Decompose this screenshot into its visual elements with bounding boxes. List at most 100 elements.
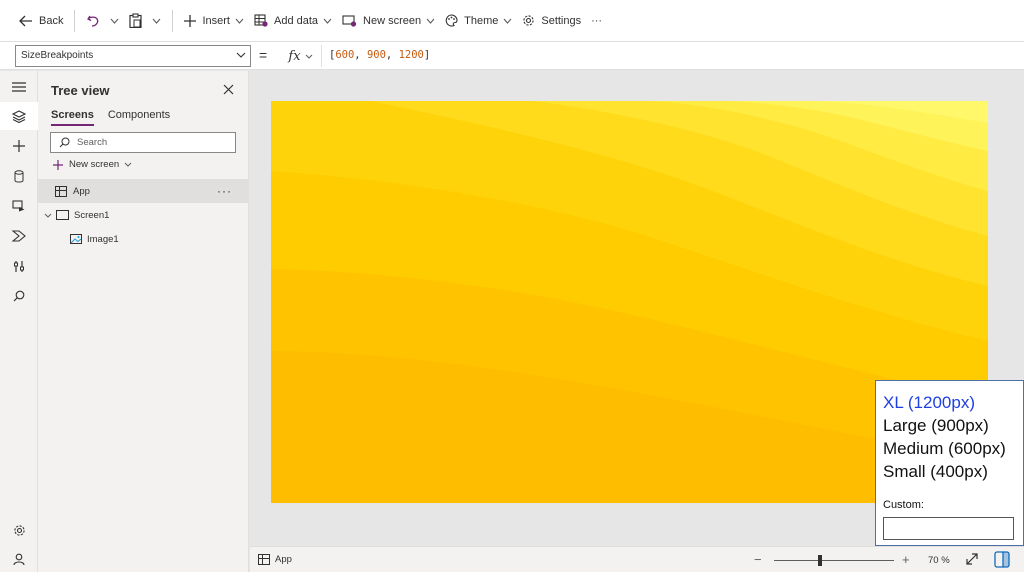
zoom-out-button[interactable]: − <box>754 552 762 567</box>
breakpoint-option-large[interactable]: Large (900px) <box>883 416 989 436</box>
plus-icon <box>53 159 63 170</box>
account-button[interactable] <box>0 545 38 572</box>
image-icon <box>70 234 82 244</box>
add-data-label: Add data <box>273 14 319 27</box>
search-icon <box>59 137 70 148</box>
app-icon <box>258 554 270 565</box>
undo-button[interactable] <box>81 7 105 35</box>
new-screen-tree-button[interactable]: New screen <box>53 159 132 170</box>
chevron-down-icon <box>305 54 312 59</box>
tree-view-panel: Tree view Screens Components Search New … <box>38 71 249 572</box>
screen-selector-label: App <box>275 554 292 565</box>
chevron-down-icon <box>236 52 246 58</box>
tree-node-app[interactable]: App ··· <box>38 179 248 203</box>
paste-dropdown[interactable] <box>147 7 166 35</box>
equals-sign: = <box>259 47 268 63</box>
power-automate-button[interactable] <box>0 222 38 250</box>
zoom-value: 70 % <box>928 555 950 566</box>
close-icon <box>223 84 234 95</box>
settings-button[interactable]: Settings <box>517 7 586 35</box>
undo-dropdown[interactable] <box>105 7 124 35</box>
breakpoint-option-xl[interactable]: XL (1200px) <box>883 393 975 413</box>
property-value: SizeBreakpoints <box>21 50 94 61</box>
new-screen-tree-label: New screen <box>69 159 120 170</box>
command-bar: Back Insert Add data New screen Theme Se… <box>0 0 1024 42</box>
theme-button[interactable]: Theme <box>440 7 517 35</box>
divider <box>74 9 76 32</box>
media-icon <box>12 200 25 212</box>
zoom-slider-thumb[interactable] <box>818 555 822 566</box>
panel-title: Tree view <box>51 83 110 98</box>
tree-node-label: App <box>73 185 90 197</box>
paste-button[interactable] <box>124 7 147 35</box>
tree-node-image1[interactable]: Image1 <box>38 227 248 251</box>
divider <box>172 9 174 32</box>
tree-view-button[interactable] <box>0 102 38 130</box>
gear-icon <box>523 15 535 26</box>
screen-selector[interactable]: App <box>258 554 292 565</box>
tree-tabs: Screens Components <box>51 109 184 126</box>
theme-label: Theme <box>464 14 499 27</box>
media-button[interactable] <box>0 192 38 220</box>
close-panel-button[interactable] <box>223 84 234 98</box>
theme-icon <box>445 14 458 27</box>
back-icon <box>19 15 32 26</box>
gear-icon <box>13 524 25 536</box>
tab-screens[interactable]: Screens <box>51 109 94 126</box>
formula-number: 1200 <box>398 49 424 61</box>
add-data-button[interactable]: Add data <box>249 7 337 35</box>
menu-button[interactable] <box>0 73 38 101</box>
back-label: Back <box>39 14 64 27</box>
tab-components[interactable]: Components <box>108 109 170 126</box>
formula-input[interactable]: [600, 900, 1200] <box>329 49 430 61</box>
insert-rail-button[interactable] <box>0 132 38 160</box>
property-selector[interactable]: SizeBreakpoints <box>15 45 251 67</box>
settings-rail-button[interactable] <box>0 516 38 544</box>
breakpoint-option-small[interactable]: Small (400px) <box>883 462 988 482</box>
formula-number: 600 <box>335 49 355 61</box>
back-button[interactable]: Back <box>14 7 68 35</box>
power-automate-icon <box>12 230 26 242</box>
fit-to-window-button[interactable] <box>966 553 978 568</box>
fx-icon: fx <box>288 48 301 64</box>
hamburger-icon <box>12 82 26 92</box>
tree-node-label: Image1 <box>87 233 119 245</box>
chevron-down-icon <box>235 18 244 24</box>
screen-icon <box>56 210 69 220</box>
custom-breakpoint-input[interactable] <box>883 517 1014 540</box>
zoom-slider[interactable] <box>774 560 894 561</box>
left-rail <box>0 71 38 572</box>
table-icon <box>254 14 268 27</box>
expand-icon <box>966 553 978 565</box>
status-bar: App − + 70 % <box>250 546 1024 572</box>
data-button[interactable] <box>0 162 38 190</box>
search-input[interactable]: Search <box>50 132 236 153</box>
chevron-down-icon[interactable] <box>44 213 52 218</box>
search-rail-button[interactable] <box>0 282 38 310</box>
layers-icon <box>12 109 26 123</box>
new-screen-button[interactable]: New screen <box>337 7 440 35</box>
bracket-close: ] <box>423 49 431 61</box>
breakpoint-option-medium[interactable]: Medium (600px) <box>883 439 1006 459</box>
formula-number: 900 <box>366 49 386 61</box>
more-options-button[interactable]: ··· <box>217 184 232 198</box>
breakpoint-picker: XL (1200px) Large (900px) Medium (600px)… <box>875 380 1024 546</box>
database-icon <box>14 169 24 182</box>
more-commands-button[interactable]: ··· <box>586 7 607 35</box>
zoom-in-button[interactable]: + <box>902 552 910 567</box>
undo-icon <box>87 15 99 27</box>
new-screen-label: New screen <box>363 14 422 27</box>
fx-button[interactable]: fx <box>280 45 322 67</box>
chevron-down-icon <box>124 162 132 167</box>
toggle-properties-panel-button[interactable] <box>994 551 1010 571</box>
chevron-down-icon <box>503 18 512 24</box>
search-placeholder: Search <box>77 137 108 148</box>
insert-button[interactable]: Insert <box>179 7 249 35</box>
tree-node-screen1[interactable]: Screen1 <box>38 203 248 227</box>
advanced-tools-button[interactable] <box>0 252 38 280</box>
paste-icon <box>129 13 143 28</box>
account-icon <box>13 553 25 565</box>
settings-label: Settings <box>541 14 582 27</box>
more-label: ··· <box>591 14 603 27</box>
custom-label: Custom: <box>883 499 924 511</box>
